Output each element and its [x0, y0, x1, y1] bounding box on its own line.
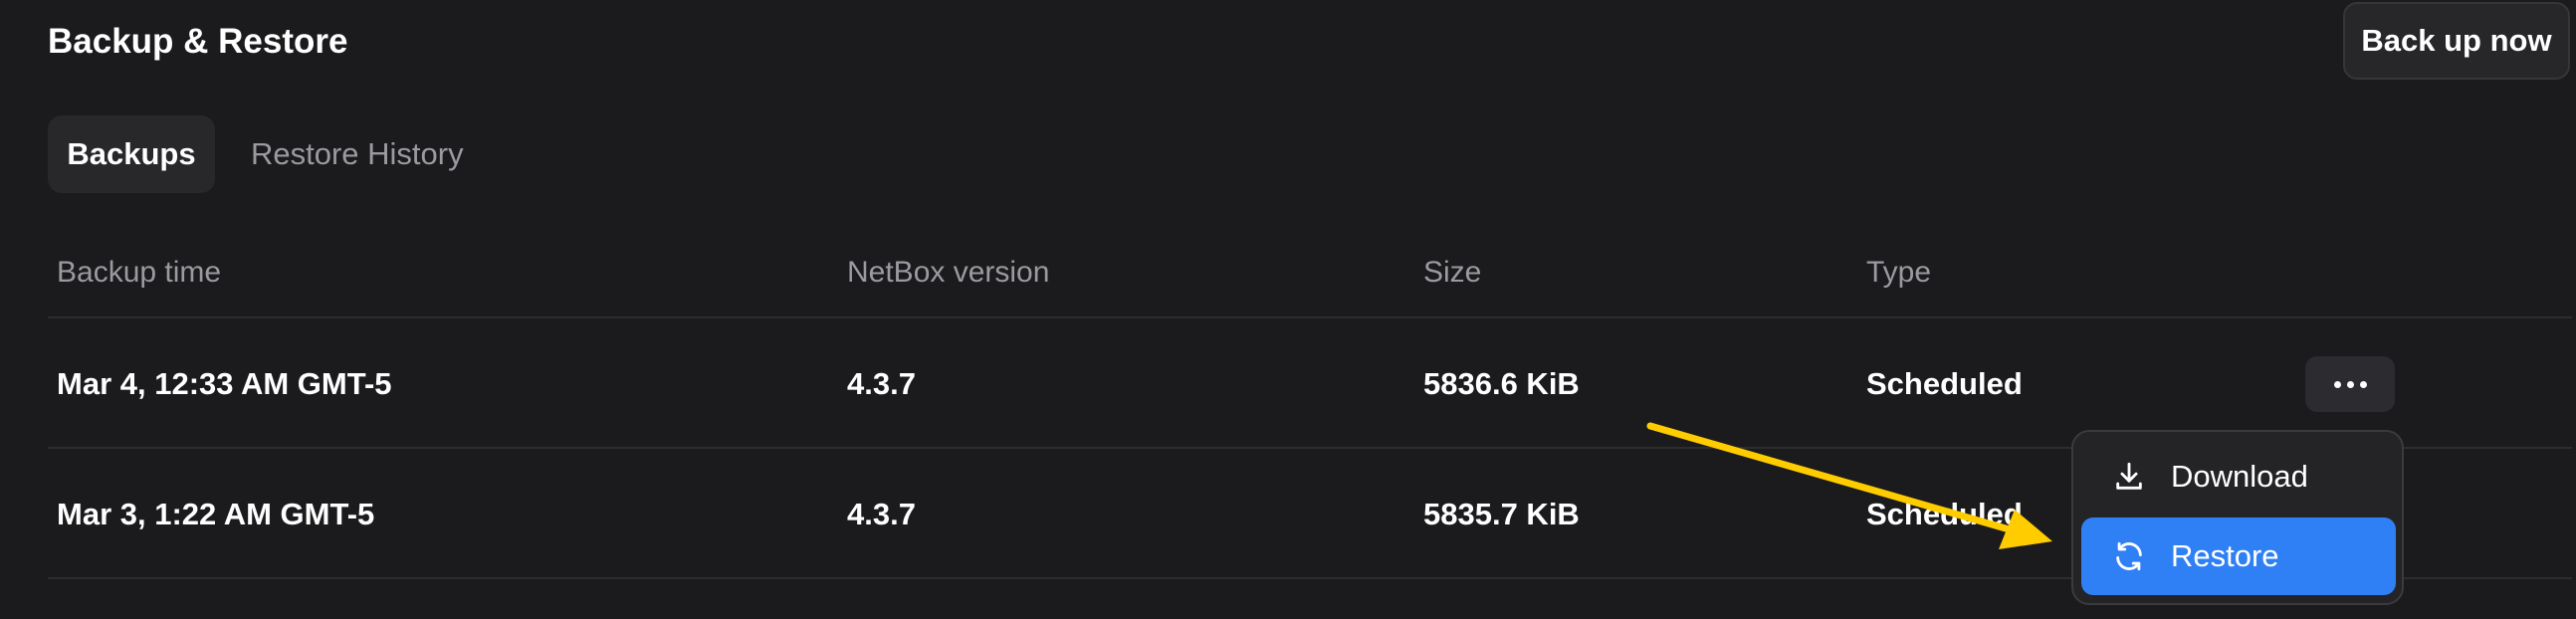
page-title: Backup & Restore: [48, 22, 348, 61]
more-dot: [2346, 380, 2354, 388]
more-dot: [2359, 380, 2367, 388]
row-actions-menu: Download Restore: [2071, 430, 2404, 605]
cell-type: Scheduled: [1866, 366, 2023, 401]
cell-netbox-version: 4.3.7: [847, 366, 916, 401]
menu-item-restore[interactable]: Restore: [2081, 517, 2396, 595]
column-header-size[interactable]: Size: [1423, 253, 1481, 293]
tab-backups[interactable]: Backups: [48, 115, 215, 193]
column-header-netbox-version[interactable]: NetBox version: [847, 253, 1049, 293]
row-actions-button[interactable]: [2305, 356, 2395, 412]
column-header-type[interactable]: Type: [1866, 253, 1931, 293]
menu-item-label: Restore: [2171, 538, 2279, 573]
cell-size: 5836.6 KiB: [1423, 366, 1580, 401]
more-horizontal-icon: [2333, 380, 2341, 388]
cell-type: Scheduled: [1866, 497, 2023, 531]
backup-restore-page: Backup & Restore Back up now Backups Res…: [0, 0, 2576, 619]
back-up-now-button[interactable]: Back up now: [2343, 2, 2570, 80]
download-icon: [2111, 459, 2147, 495]
cell-backup-time: Mar 4, 12:33 AM GMT-5: [57, 366, 392, 401]
cell-size: 5835.7 KiB: [1423, 497, 1580, 531]
cell-backup-time: Mar 3, 1:22 AM GMT-5: [57, 497, 375, 531]
menu-item-label: Download: [2171, 459, 2308, 494]
refresh-icon: [2111, 538, 2147, 574]
column-header-backup-time[interactable]: Backup time: [57, 253, 221, 293]
menu-item-download[interactable]: Download: [2081, 438, 2396, 516]
table-header-divider: [48, 316, 2572, 318]
cell-netbox-version: 4.3.7: [847, 497, 916, 531]
tab-restore-history[interactable]: Restore History: [231, 115, 482, 193]
